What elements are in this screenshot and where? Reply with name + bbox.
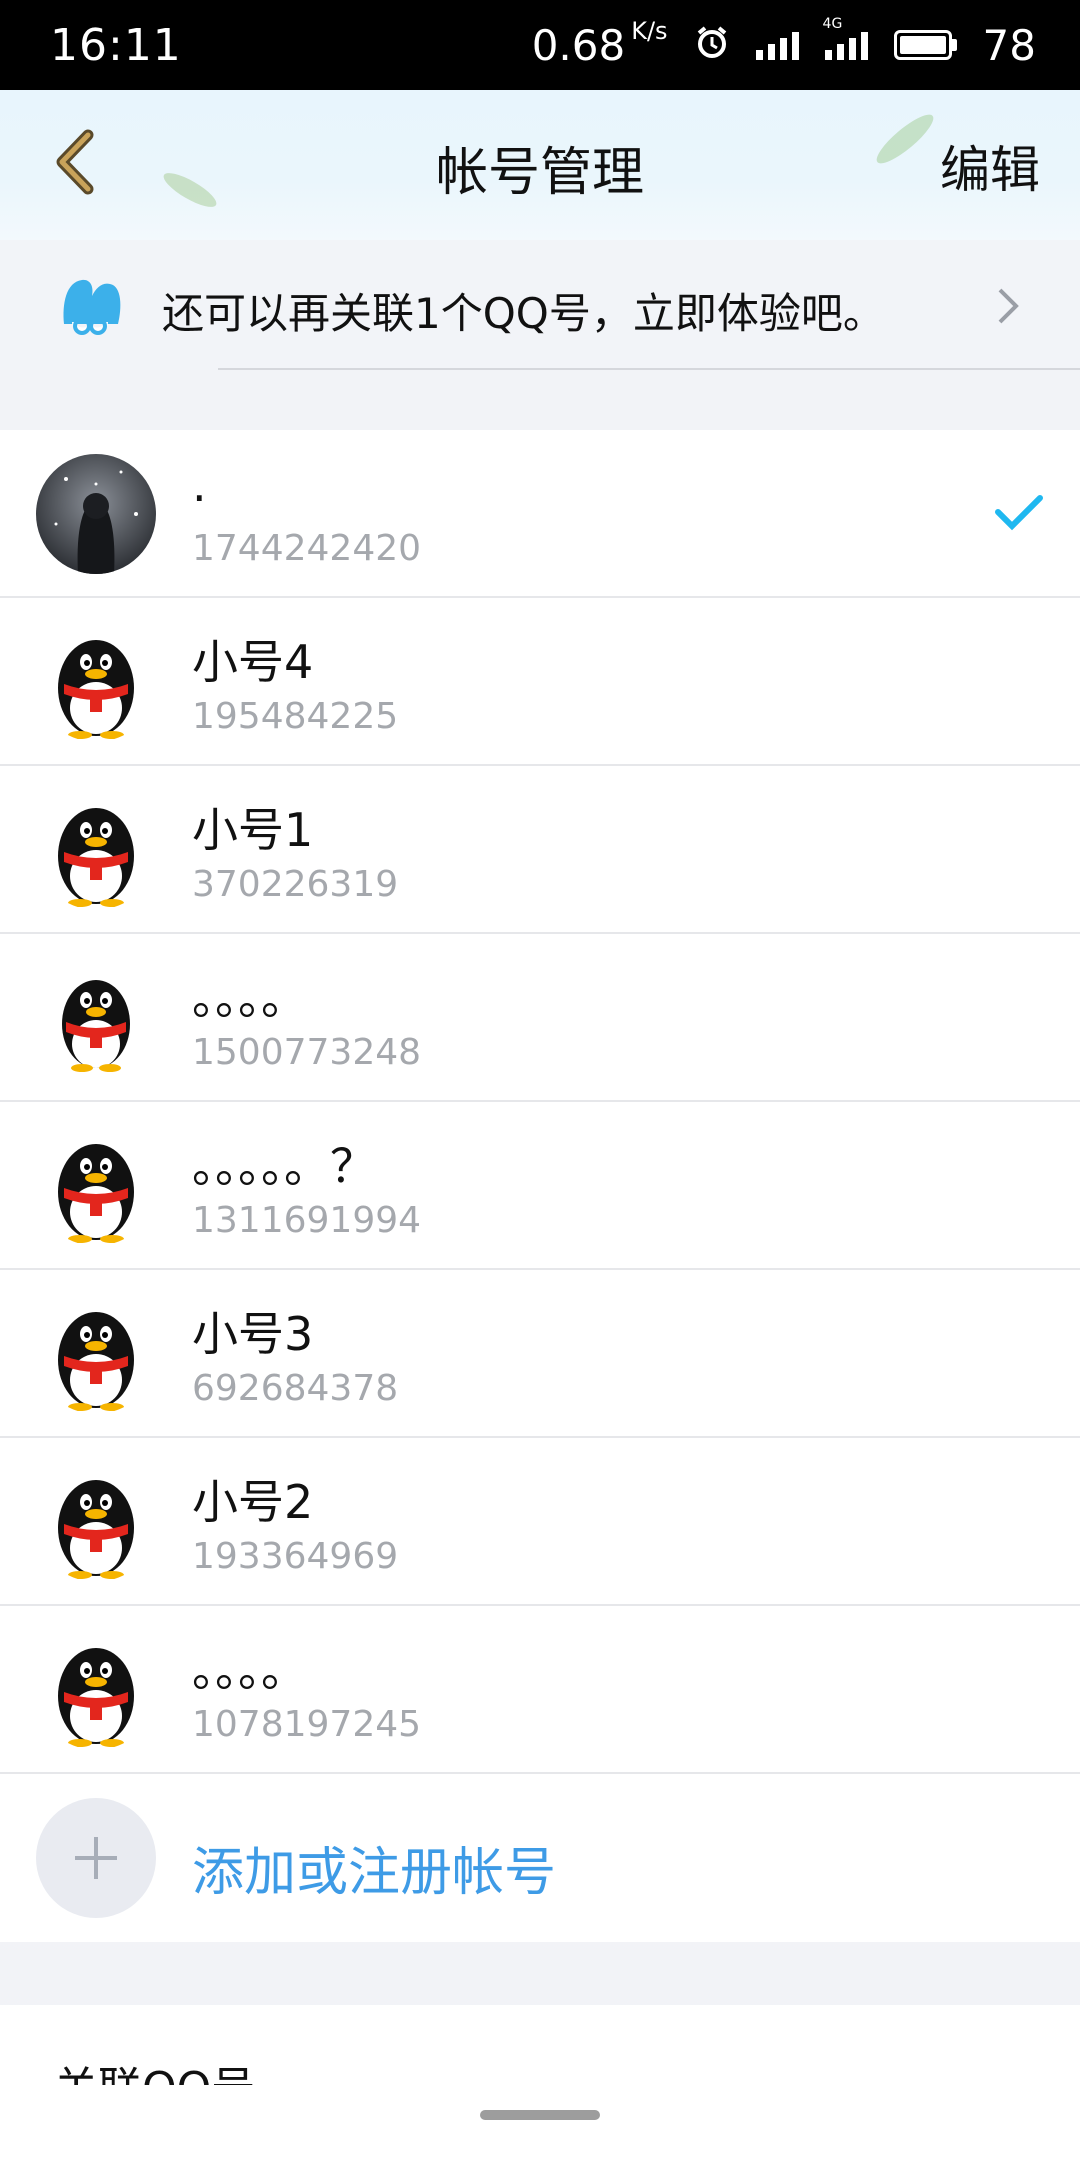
account-row[interactable]: 。。。。 1078197245 [0, 1606, 1080, 1774]
alarm-icon [694, 21, 730, 70]
add-account-button[interactable]: 添加或注册帐号 [0, 1774, 1080, 1942]
account-row[interactable]: 小号3 692684378 [0, 1270, 1080, 1438]
account-qq-number: 195484225 [192, 696, 399, 737]
penguin-avatar [36, 1126, 156, 1246]
signal-4g-icon: 4G [823, 16, 868, 60]
account-row[interactable]: 。。。。 1500773248 [0, 934, 1080, 1102]
net-speed: 0.68 K/s [531, 17, 668, 70]
account-name: 小号1 [192, 803, 314, 857]
section-title-partial: 关联QQ号 [54, 2059, 255, 2085]
chevron-right-icon [998, 288, 1019, 324]
account-name: 小号3 [192, 1307, 314, 1361]
link-qq-promo[interactable]: 还可以再关联1个QQ号，立即体验吧。 [0, 240, 1080, 370]
plus-icon [36, 1798, 156, 1918]
home-indicator[interactable] [480, 2110, 600, 2120]
account-qq-number: 1744242420 [192, 528, 422, 569]
status-time: 16:11 [50, 20, 182, 71]
account-row[interactable]: 。。。。。？ 1311691994 [0, 1102, 1080, 1270]
nav-header: 帐号管理 编辑 [0, 90, 1080, 240]
account-row[interactable]: . 1744242420 [0, 430, 1080, 598]
penguin-avatar [36, 790, 156, 910]
account-name: 。。。。。？ [192, 1139, 376, 1193]
account-row[interactable]: 小号4 195484225 [0, 598, 1080, 766]
penguin-avatar [36, 1294, 156, 1414]
network-type: 4G [822, 16, 843, 32]
add-account-label: 添加或注册帐号 [192, 1843, 557, 1903]
battery-level: 78 [982, 20, 1036, 70]
account-qq-number: 1500773248 [192, 1032, 422, 1073]
battery-icon [893, 30, 957, 60]
edit-button[interactable]: 编辑 [940, 130, 1040, 202]
promo-text: 还可以再关联1个QQ号，立即体验吧。 [162, 289, 885, 338]
account-list: . 1744242420 小号4 195484225 小号1 370226319… [0, 430, 1080, 1942]
account-qq-number: 1311691994 [192, 1200, 422, 1241]
avatar [36, 454, 156, 574]
divider [218, 368, 1080, 370]
check-icon [995, 495, 1043, 531]
account-name: 。。。。 [192, 1643, 307, 1697]
net-speed-value: 0.68 [531, 20, 626, 70]
net-speed-unit: K/s [631, 16, 668, 45]
account-qq-number: 692684378 [192, 1368, 399, 1409]
penguin-avatar [36, 622, 156, 742]
account-name: . [192, 458, 207, 512]
account-qq-number: 193364969 [192, 1536, 399, 1577]
account-name: 。。。。 [192, 971, 307, 1025]
account-row[interactable]: 小号2 193364969 [0, 1438, 1080, 1606]
penguin-avatar [36, 1630, 156, 1750]
signal-icon [755, 30, 799, 60]
page-title: 帐号管理 [435, 143, 644, 203]
status-bar: 16:11 0.68 K/s 4G 78 [0, 0, 1080, 90]
linked-accounts-section: 关联QQ号 [0, 2005, 1080, 2160]
account-name: 小号4 [192, 635, 314, 689]
status-icons: 0.68 K/s 4G 78 [531, 16, 1036, 70]
account-qq-number: 1078197245 [192, 1704, 422, 1745]
penguin-avatar [36, 1462, 156, 1582]
qq-link-icon [63, 279, 121, 335]
account-row[interactable]: 小号1 370226319 [0, 766, 1080, 934]
account-name: 小号2 [192, 1475, 314, 1529]
penguin-avatar [36, 958, 156, 1078]
account-qq-number: 370226319 [192, 864, 399, 905]
